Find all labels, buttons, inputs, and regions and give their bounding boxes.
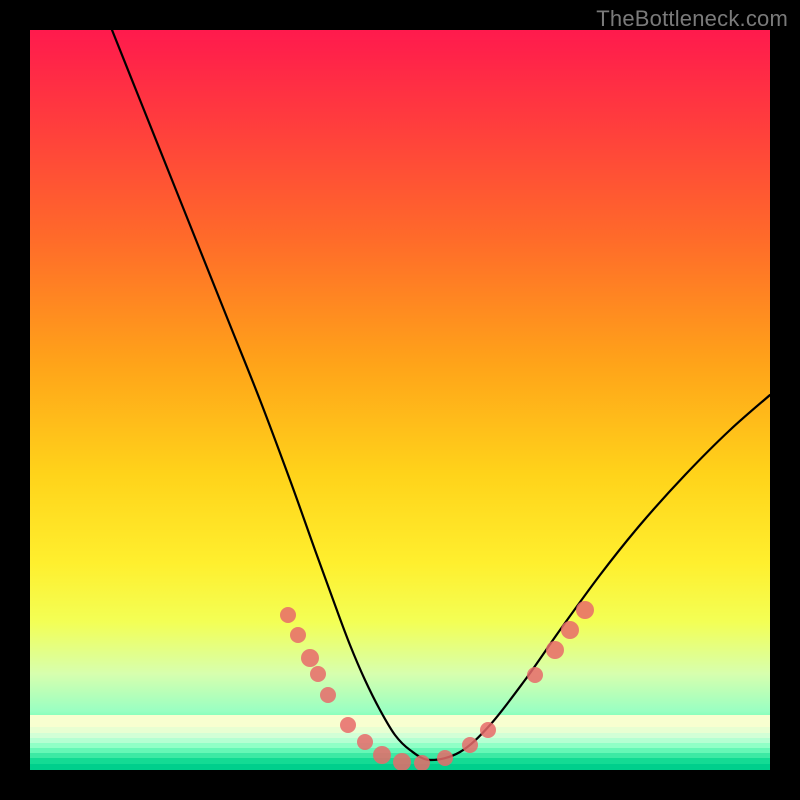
highlight-dot: [373, 746, 391, 764]
highlight-dot: [462, 737, 478, 753]
highlight-dot: [527, 667, 543, 683]
highlight-dot: [340, 717, 356, 733]
highlight-dot: [320, 687, 336, 703]
highlight-dot: [480, 722, 496, 738]
highlight-dot: [301, 649, 319, 667]
highlight-dot: [393, 753, 411, 770]
chart-frame: TheBottleneck.com: [0, 0, 800, 800]
highlight-dot: [561, 621, 579, 639]
curve-svg: [30, 30, 770, 770]
highlight-dots: [280, 601, 594, 770]
highlight-dot: [280, 607, 296, 623]
highlight-dot: [290, 627, 306, 643]
highlight-dot: [310, 666, 326, 682]
highlight-dot: [357, 734, 373, 750]
highlight-dot: [414, 755, 430, 770]
bottleneck-curve: [112, 30, 770, 760]
highlight-dot: [576, 601, 594, 619]
plot-area: [30, 30, 770, 770]
watermark-text: TheBottleneck.com: [596, 6, 788, 32]
highlight-dot: [437, 750, 453, 766]
highlight-dot: [546, 641, 564, 659]
